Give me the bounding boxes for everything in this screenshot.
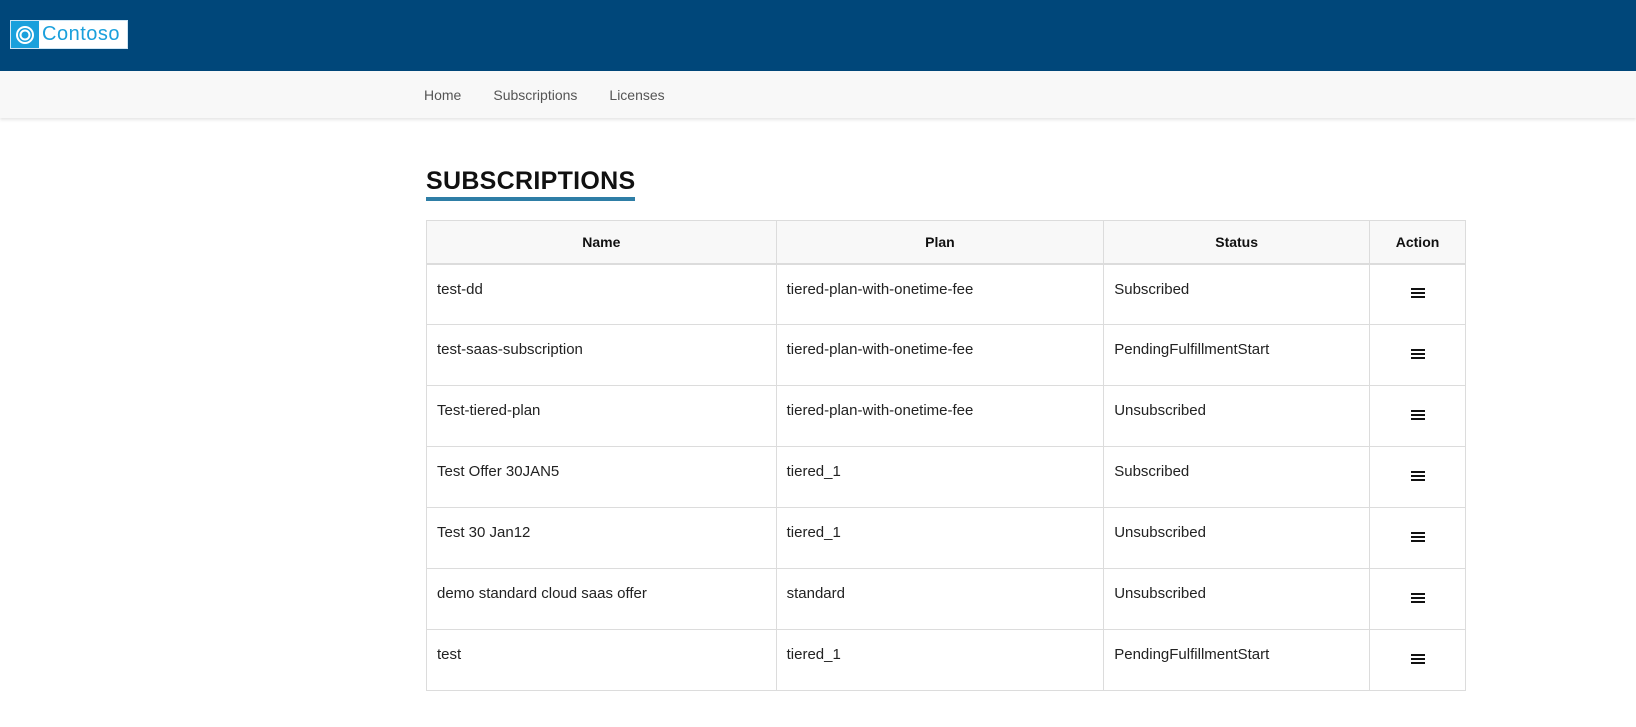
- hamburger-menu-icon[interactable]: [1410, 470, 1425, 482]
- subscription-plan: tiered_1: [775, 629, 1105, 691]
- column-header-status: Status: [1103, 220, 1371, 265]
- subscription-status: PendingFulfillmentStart: [1103, 629, 1371, 691]
- contoso-logo-icon: [11, 21, 39, 48]
- action-cell: [1369, 263, 1466, 325]
- hamburger-menu-icon[interactable]: [1410, 348, 1425, 360]
- subscription-status: PendingFulfillmentStart: [1103, 324, 1371, 386]
- column-header-action: Action: [1369, 220, 1466, 265]
- subscription-status: Subscribed: [1103, 446, 1371, 508]
- table-header-row: Name Plan Status Action: [426, 220, 1466, 265]
- subscription-name: Test-tiered-plan: [426, 385, 777, 447]
- action-cell: [1369, 446, 1466, 508]
- contoso-logo[interactable]: Contoso: [10, 20, 128, 49]
- subscription-name: Test 30 Jan12: [426, 507, 777, 569]
- subscription-status: Subscribed: [1103, 263, 1371, 325]
- subscription-plan: tiered-plan-with-onetime-fee: [775, 263, 1105, 325]
- subscription-name: Test Offer 30JAN5: [426, 446, 777, 508]
- hamburger-menu-icon[interactable]: [1410, 653, 1425, 665]
- action-cell: [1369, 324, 1466, 386]
- subscription-name: test-dd: [426, 263, 777, 325]
- nav-item-subscriptions[interactable]: Subscriptions: [493, 87, 577, 103]
- hamburger-menu-icon[interactable]: [1410, 531, 1425, 543]
- subscription-plan: tiered-plan-with-onetime-fee: [775, 324, 1105, 386]
- column-header-plan: Plan: [775, 220, 1105, 265]
- hamburger-menu-icon[interactable]: [1410, 592, 1425, 604]
- hamburger-menu-icon[interactable]: [1410, 287, 1425, 299]
- subscription-plan: tiered-plan-with-onetime-fee: [775, 385, 1105, 447]
- subscription-status: Unsubscribed: [1103, 385, 1371, 447]
- subscription-status: Unsubscribed: [1103, 507, 1371, 569]
- table-row: test-saas-subscription tiered-plan-with-…: [426, 324, 1466, 386]
- subscriptions-table: Name Plan Status Action test-dd tiered-p…: [426, 220, 1466, 691]
- subscription-name: demo standard cloud saas offer: [426, 568, 777, 630]
- nav-item-licenses[interactable]: Licenses: [609, 87, 664, 103]
- brand-name: Contoso: [42, 23, 120, 45]
- nav-item-home[interactable]: Home: [424, 87, 461, 103]
- action-cell: [1369, 507, 1466, 569]
- table-row: demo standard cloud saas offer standard …: [426, 568, 1466, 630]
- subscription-name: test: [426, 629, 777, 691]
- nav-bar: Home Subscriptions Licenses: [0, 71, 1636, 118]
- action-cell: [1369, 385, 1466, 447]
- page-title: SUBSCRIPTIONS: [426, 166, 636, 201]
- table-row: Test-tiered-plan tiered-plan-with-onetim…: [426, 385, 1466, 447]
- top-bar: Contoso: [0, 0, 1636, 71]
- column-header-name: Name: [426, 220, 777, 265]
- action-cell: [1369, 568, 1466, 630]
- subscription-plan: standard: [775, 568, 1105, 630]
- subscription-name: test-saas-subscription: [426, 324, 777, 386]
- action-cell: [1369, 629, 1466, 691]
- nav-items: Home Subscriptions Licenses: [424, 71, 697, 118]
- subscription-status: Unsubscribed: [1103, 568, 1371, 630]
- subscription-plan: tiered_1: [775, 507, 1105, 569]
- subscription-plan: tiered_1: [775, 446, 1105, 508]
- hamburger-menu-icon[interactable]: [1410, 409, 1425, 421]
- table-row: test-dd tiered-plan-with-onetime-fee Sub…: [426, 263, 1466, 325]
- table-row: Test 30 Jan12 tiered_1 Unsubscribed: [426, 507, 1466, 569]
- table-row: Test Offer 30JAN5 tiered_1 Subscribed: [426, 446, 1466, 508]
- table-row: test tiered_1 PendingFulfillmentStart: [426, 629, 1466, 691]
